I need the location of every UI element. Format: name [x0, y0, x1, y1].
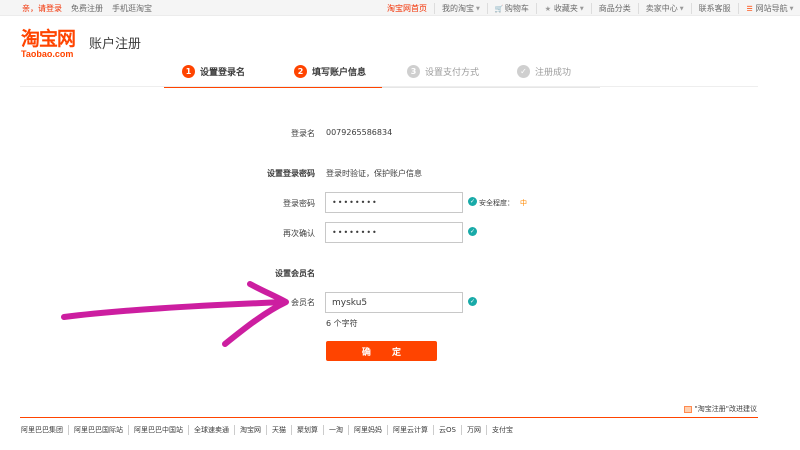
step-label: 设置支付方式: [425, 68, 480, 78]
footer-link[interactable]: 全球速卖通: [188, 425, 234, 435]
footer-link[interactable]: 万网: [460, 425, 486, 435]
confirm-password-input[interactable]: ••••••••: [325, 222, 463, 243]
registration-steps: 1 设置登录名 2 填写账户信息 3 设置支付方式 ✓ 注册成功: [164, 65, 600, 88]
password-section-label: 设置登录密码: [267, 169, 315, 178]
check-icon: ✓: [517, 65, 530, 78]
member-name-char-count: 6 个字符: [326, 319, 358, 328]
step-number: 3: [407, 65, 420, 78]
step-set-login-name: 1 设置登录名: [182, 65, 245, 78]
seller-center-menu[interactable]: 卖家中心 ▼: [637, 3, 691, 14]
step-success: ✓ 注册成功: [517, 65, 571, 78]
footer-link[interactable]: 阿里巴巴国际站: [68, 425, 128, 435]
password-strength: 安全程度：中: [479, 199, 527, 207]
annotation-arrow: [61, 281, 289, 347]
member-name-input[interactable]: mysku5: [325, 292, 463, 313]
taobao-logo[interactable]: 淘宝网 Taobao.com: [21, 30, 85, 59]
top-bar: 亲，请登录 免费注册 手机逛淘宝 淘宝网首页 我的淘宝 ▼ 🛒 购物车 ★ 收藏夹 ▼ …: [0, 0, 800, 16]
site-nav-menu[interactable]: ☰ 网站导航 ▼: [737, 3, 800, 14]
category-link[interactable]: 商品分类: [590, 3, 638, 14]
step-set-payment: 3 设置支付方式: [407, 65, 479, 78]
chevron-down-icon: ▼: [476, 5, 480, 12]
mobile-taobao-link[interactable]: 手机逛淘宝: [112, 3, 152, 14]
confirm-button[interactable]: 确 定: [326, 341, 437, 361]
login-link[interactable]: 亲，请登录: [22, 3, 62, 14]
cart-icon: 🛒: [494, 4, 504, 13]
footer-link[interactable]: 一淘: [323, 425, 348, 435]
step-label: 设置登录名: [200, 68, 246, 78]
footer-link[interactable]: 淘宝网: [234, 425, 266, 435]
check-icon: ✓: [468, 227, 477, 236]
taobao-home-link[interactable]: 淘宝网首页: [380, 3, 434, 14]
footer-link[interactable]: 天猫: [266, 425, 291, 435]
confirm-password-label: 再次确认: [283, 229, 315, 238]
footer-link[interactable]: 支付宝: [485, 425, 518, 435]
favorites-menu[interactable]: ★ 收藏夹 ▼: [535, 3, 591, 14]
password-label: 登录密码: [283, 199, 315, 208]
login-name-value: 0079265586834: [326, 128, 393, 137]
star-icon: ★: [544, 4, 551, 13]
step-fill-account-info: 2 填写账户信息: [294, 65, 366, 78]
menu-icon: ☰: [746, 4, 753, 13]
footer-link[interactable]: 阿里巴巴中国站: [128, 425, 188, 435]
footer-link[interactable]: 阿里云计算: [387, 425, 433, 435]
footer-links: 阿里巴巴集团 阿里巴巴国际站 阿里巴巴中国站 全球速卖通 淘宝网 天猫 聚划算 …: [21, 425, 518, 435]
chevron-down-icon: ▼: [579, 5, 584, 12]
feedback-link[interactable]: "淘宝注册"改进建议: [683, 404, 757, 414]
password-input[interactable]: ••••••••: [325, 192, 463, 213]
check-icon: ✓: [468, 197, 477, 206]
feedback-icon: [683, 405, 692, 413]
my-taobao-menu[interactable]: 我的淘宝 ▼: [434, 3, 487, 14]
password-section-hint: 登录时验证，保护账户信息: [326, 169, 422, 178]
chevron-down-icon: ▼: [789, 5, 794, 12]
customer-service-link[interactable]: 联系客服: [690, 3, 738, 14]
footer-divider: [20, 417, 758, 418]
login-name-label: 登录名: [291, 129, 315, 138]
footer-link[interactable]: 阿里巴巴集团: [21, 425, 68, 435]
register-link[interactable]: 免费注册: [71, 3, 103, 14]
footer-link[interactable]: 云OS: [433, 425, 461, 435]
footer-link[interactable]: 阿里妈妈: [348, 425, 387, 435]
step-label: 填写账户信息: [312, 68, 367, 78]
member-section-label: 设置会员名: [275, 269, 315, 278]
step-number: 1: [182, 65, 195, 78]
cart-link[interactable]: 🛒 购物车: [486, 3, 536, 14]
step-label: 注册成功: [535, 68, 572, 78]
step-number: 2: [294, 65, 307, 78]
check-icon: ✓: [468, 297, 477, 306]
footer-link[interactable]: 聚划算: [291, 425, 323, 435]
page-title: 账户注册: [89, 37, 142, 52]
divider: [20, 86, 758, 87]
chevron-down-icon: ▼: [679, 5, 684, 12]
